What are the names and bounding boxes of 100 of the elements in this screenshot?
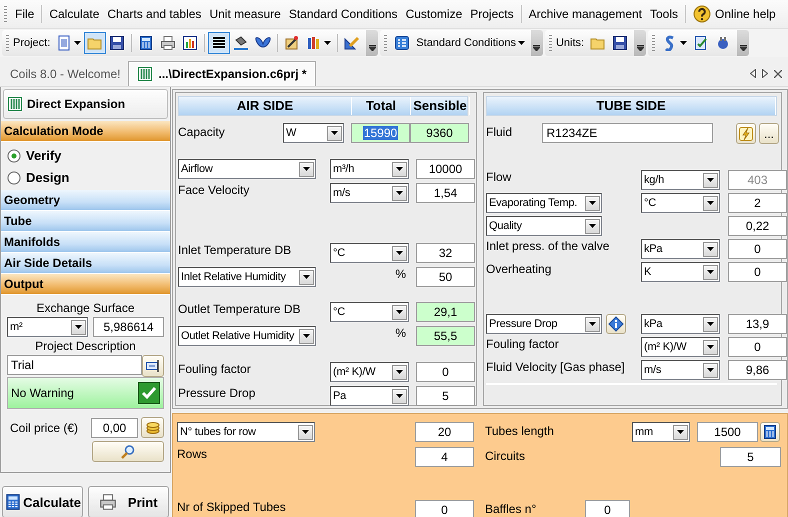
unit-select[interactable]: °C bbox=[330, 302, 409, 322]
value-field[interactable]: 0,22 bbox=[728, 216, 787, 236]
section-header[interactable]: Tube bbox=[1, 211, 170, 232]
value-field[interactable]: 5 bbox=[720, 447, 781, 467]
price-button[interactable] bbox=[141, 417, 164, 438]
title-button[interactable]: Direct Expansion bbox=[3, 89, 168, 119]
menu-item[interactable]: Online help bbox=[689, 2, 780, 26]
quantity-select[interactable]: Airflow bbox=[178, 159, 316, 179]
quantity-select[interactable]: Quality bbox=[486, 216, 602, 236]
section-header[interactable]: Manifolds bbox=[1, 232, 170, 253]
fluid-field[interactable]: R1234ZE bbox=[542, 123, 713, 143]
unit-select[interactable]: °C bbox=[641, 193, 720, 213]
unit-select[interactable]: mm bbox=[632, 422, 690, 442]
value-field[interactable]: 0 bbox=[585, 500, 630, 517]
menu-item[interactable]: Unit measure bbox=[205, 4, 285, 24]
value-field[interactable]: 55,5 bbox=[416, 326, 475, 346]
value-field[interactable]: 0,00 bbox=[91, 418, 138, 438]
value-field[interactable]: 0 bbox=[416, 362, 475, 382]
unit-select[interactable]: kPa bbox=[641, 314, 720, 334]
unit-select[interactable]: (m² K)/W bbox=[330, 362, 409, 382]
section-header[interactable]: Output bbox=[1, 274, 170, 295]
menu-item[interactable]: Tools bbox=[646, 4, 682, 24]
calculator-button[interactable] bbox=[760, 422, 780, 442]
value-field[interactable]: 4 bbox=[415, 447, 474, 467]
radio-icon[interactable] bbox=[7, 148, 21, 162]
menu-item[interactable]: File bbox=[11, 4, 38, 24]
caret-icon bbox=[707, 201, 714, 205]
value-field[interactable]: 0 bbox=[415, 500, 474, 517]
unit-select[interactable]: K bbox=[641, 262, 720, 282]
unit-select[interactable]: °C bbox=[330, 243, 409, 263]
toolbar-overflow-button[interactable] bbox=[366, 30, 378, 56]
scroll-left-icon[interactable] bbox=[750, 69, 756, 78]
value-field[interactable]: 0 bbox=[728, 337, 787, 357]
radio-icon[interactable] bbox=[7, 170, 21, 184]
tab[interactable]: ...\DirectExpansion.c6prj * bbox=[128, 61, 316, 86]
value-field[interactable]: 0 bbox=[728, 239, 787, 259]
caret-icon bbox=[303, 334, 310, 338]
radio-option[interactable]: Verify bbox=[7, 146, 170, 165]
document-icon bbox=[56, 35, 72, 51]
close-icon[interactable] bbox=[774, 70, 782, 78]
toolbar-overflow-button[interactable] bbox=[530, 30, 543, 56]
value-field[interactable]: 5 bbox=[416, 386, 475, 406]
caret-icon bbox=[589, 201, 596, 205]
unit-select[interactable]: m/s bbox=[330, 183, 409, 203]
quantity-select[interactable]: Outlet Relative Humidity bbox=[178, 326, 316, 346]
info-button[interactable] bbox=[606, 314, 626, 334]
toolbar-overflow-button[interactable] bbox=[634, 30, 646, 56]
value-field[interactable]: 50 bbox=[416, 267, 475, 287]
section-header[interactable]: Calculation Mode bbox=[1, 121, 170, 142]
value-field[interactable]: 15990 bbox=[351, 123, 410, 143]
field-label: Fluid bbox=[486, 124, 514, 139]
unit-select[interactable]: Pa bbox=[330, 386, 409, 406]
scroll-right-icon[interactable] bbox=[762, 69, 768, 78]
printer-icon bbox=[99, 493, 118, 511]
print-button[interactable]: Print bbox=[88, 486, 169, 517]
caret-icon bbox=[302, 430, 309, 434]
section-header[interactable]: Geometry bbox=[1, 190, 170, 211]
value-field[interactable]: 9,86 bbox=[728, 360, 787, 380]
value-field[interactable]: 5,986614 bbox=[93, 317, 164, 337]
tab[interactable]: Coils 8.0 - Welcome! bbox=[2, 61, 128, 86]
value-field[interactable]: 2 bbox=[728, 193, 787, 213]
value-field[interactable]: 32 bbox=[416, 243, 475, 263]
toolbar-button[interactable] bbox=[208, 32, 230, 54]
unit-select[interactable]: kPa bbox=[641, 239, 720, 259]
calculator-icon bbox=[4, 493, 22, 511]
search-button[interactable] bbox=[92, 441, 164, 462]
fluid-button[interactable] bbox=[736, 123, 756, 144]
radio-option[interactable]: Design bbox=[7, 168, 170, 187]
value-field[interactable]: 9360 bbox=[410, 123, 469, 143]
unit-select[interactable]: m² bbox=[7, 317, 88, 337]
calculate-button[interactable]: Calculate bbox=[2, 486, 83, 517]
edit-button[interactable] bbox=[142, 355, 164, 377]
value-field[interactable]: 13,9 bbox=[728, 314, 787, 334]
value-field[interactable]: 10000 bbox=[416, 159, 475, 179]
menu-item[interactable]: Archive management bbox=[524, 4, 646, 24]
unit-select[interactable]: m³/h bbox=[330, 159, 409, 179]
chevron-icon bbox=[533, 45, 540, 51]
menu-item[interactable]: Charts and tables bbox=[103, 4, 206, 24]
section-header[interactable]: Air Side Details bbox=[1, 253, 170, 274]
unit-select[interactable]: m/s bbox=[641, 360, 720, 380]
field-label: Face Velocity bbox=[178, 183, 250, 197]
quantity-select[interactable]: Evaporating Temp. bbox=[486, 193, 602, 213]
menu-item[interactable]: Calculate bbox=[45, 4, 104, 24]
quantity-select[interactable]: Inlet Relative Humidity bbox=[178, 267, 316, 287]
menu-item[interactable]: Standard Conditions bbox=[284, 4, 402, 24]
description-field[interactable]: Trial bbox=[7, 355, 142, 375]
caret-icon bbox=[331, 131, 338, 135]
value-field[interactable]: 20 bbox=[415, 422, 474, 442]
unit-select[interactable]: (m² K)/W bbox=[641, 337, 720, 357]
unit-select[interactable]: W bbox=[283, 123, 344, 143]
quantity-select[interactable]: N° tubes for row bbox=[177, 422, 315, 442]
menu-item[interactable]: Customize bbox=[402, 4, 466, 24]
value-field[interactable]: 1,54 bbox=[416, 183, 475, 203]
toolbar-overflow-button[interactable] bbox=[737, 30, 750, 56]
quantity-select[interactable]: Pressure Drop bbox=[486, 314, 602, 334]
more-button[interactable]: ... bbox=[759, 123, 779, 144]
value-field[interactable]: 1500 bbox=[697, 422, 758, 442]
value-field[interactable]: 0 bbox=[728, 262, 787, 282]
menu-item[interactable]: Projects bbox=[466, 4, 518, 24]
value-field[interactable]: 29,1 bbox=[416, 302, 475, 322]
